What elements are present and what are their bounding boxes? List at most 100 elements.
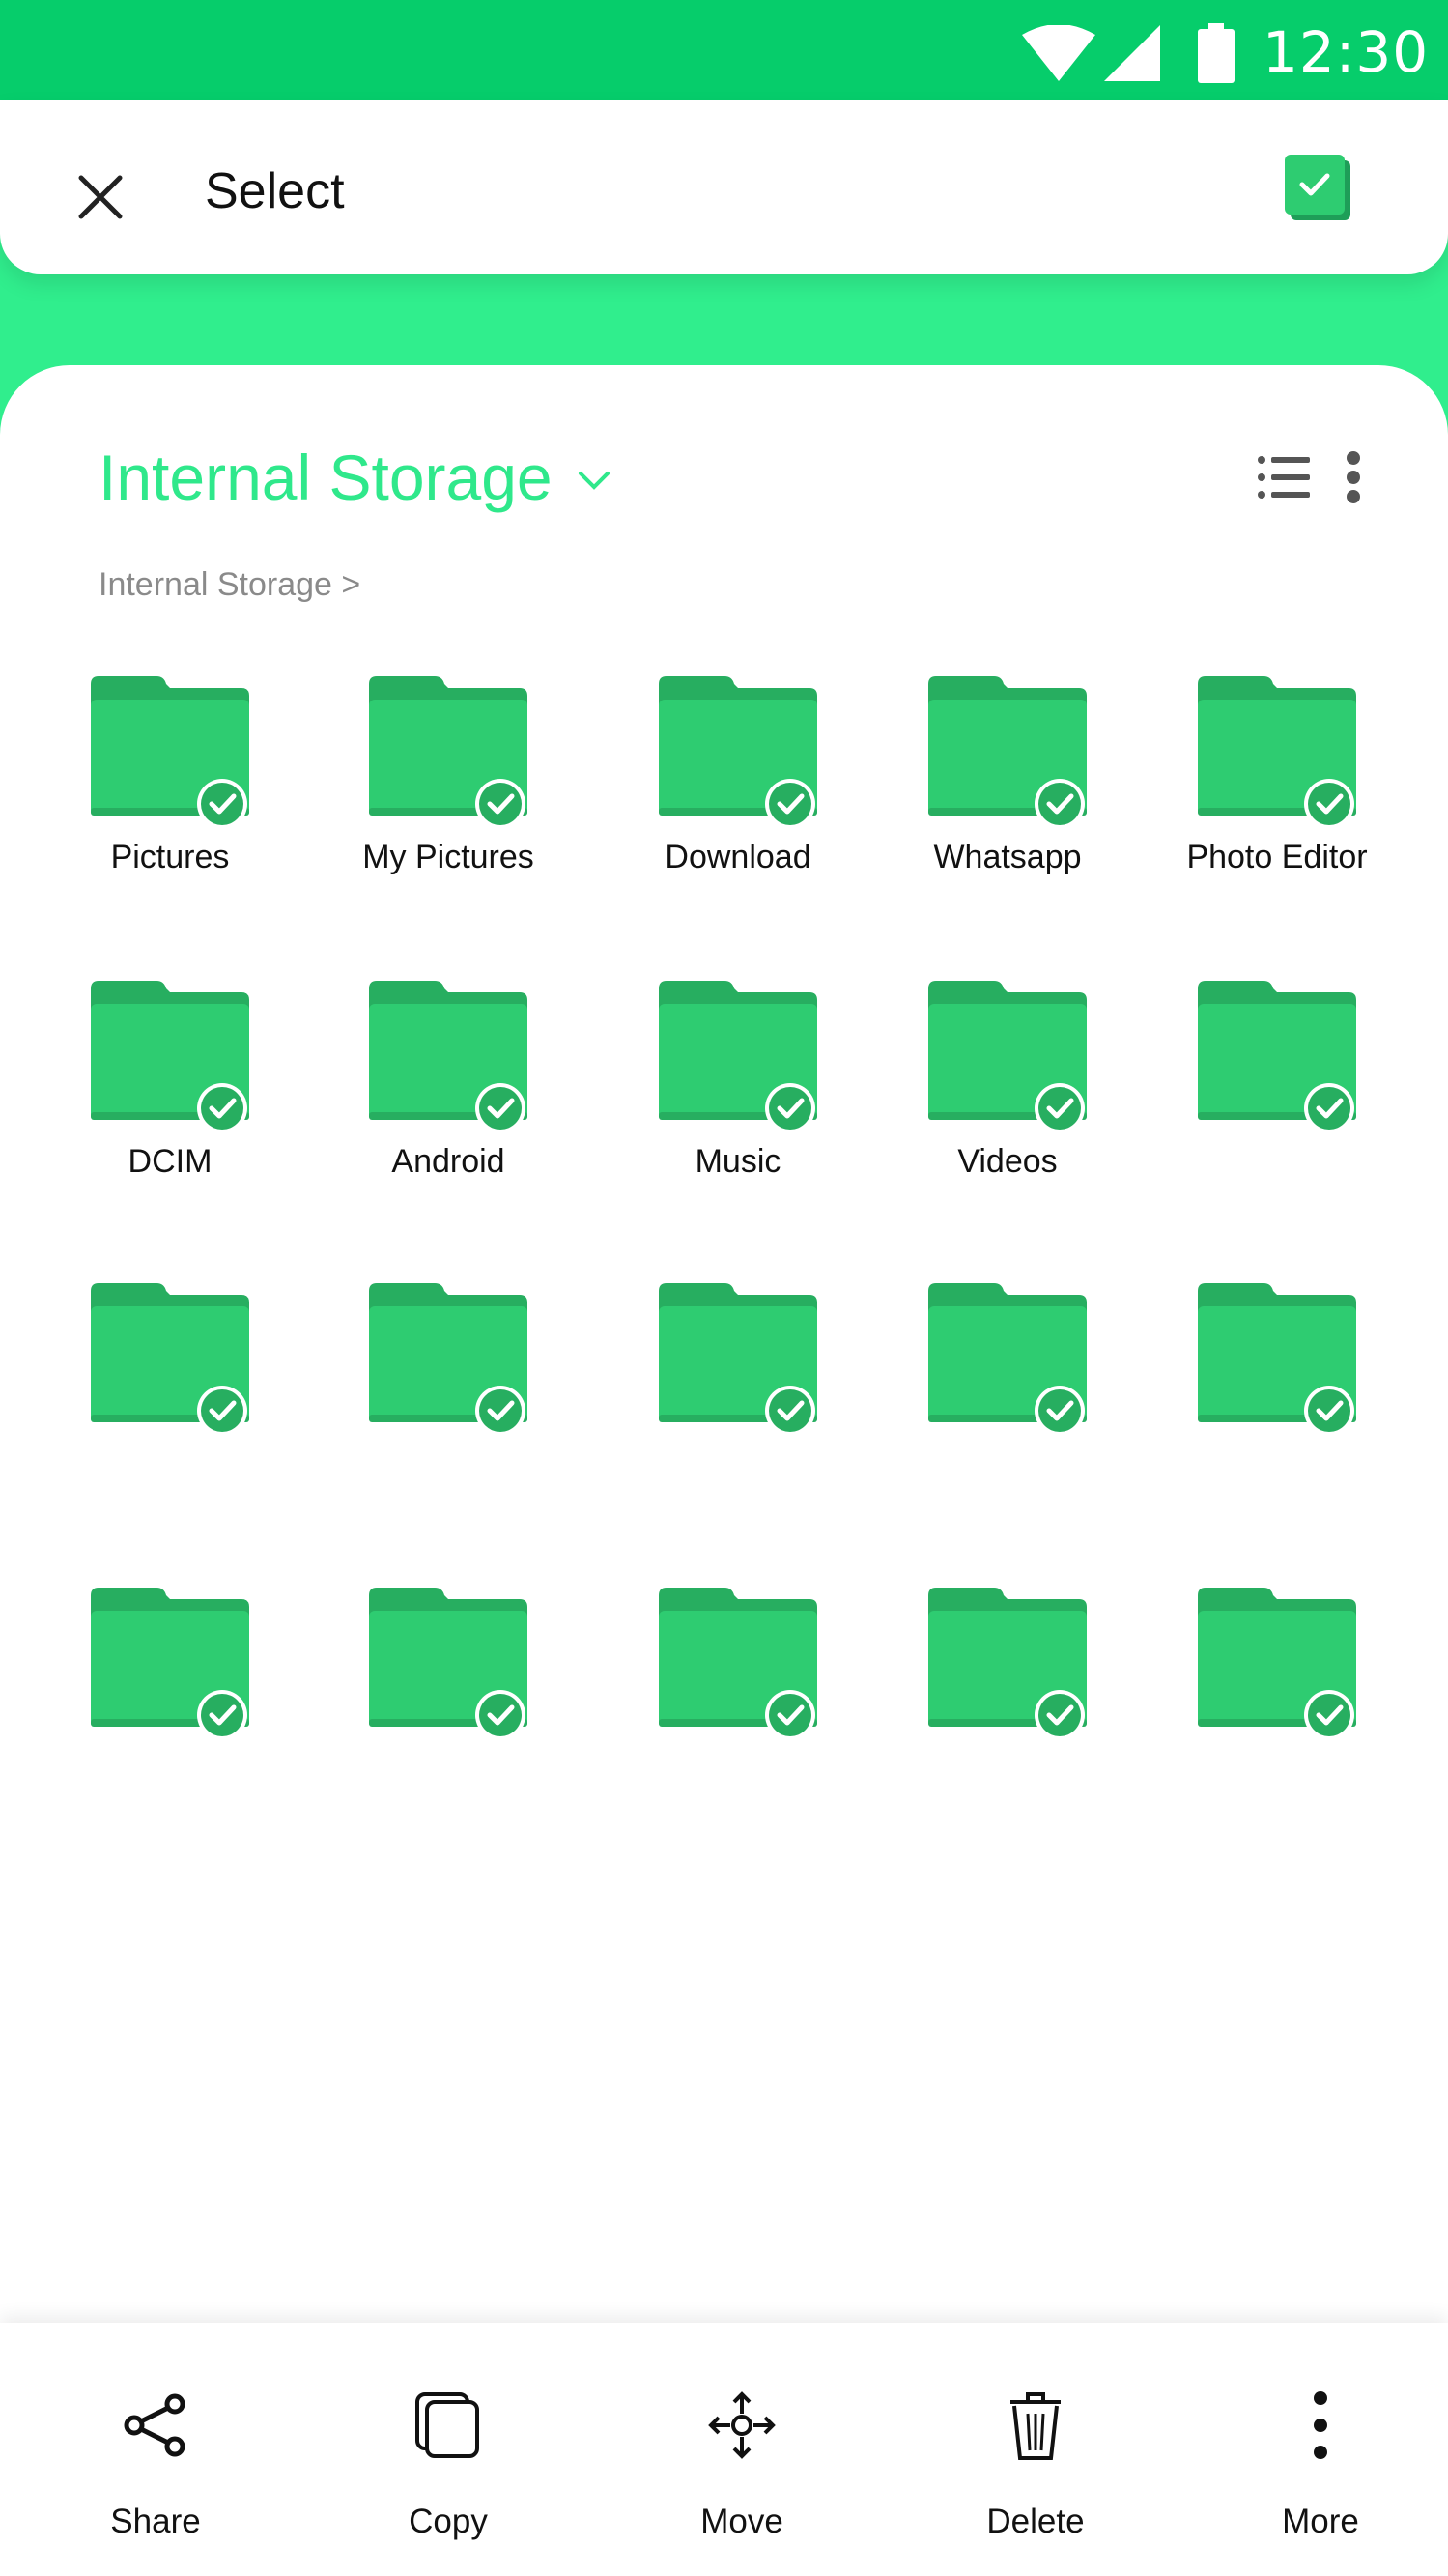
status-bar: 12:30 xyxy=(0,0,1448,100)
folder-icon xyxy=(928,981,1087,1133)
folder-item[interactable] xyxy=(54,1281,286,1523)
folder-icon xyxy=(928,1283,1087,1436)
cellular-signal-icon xyxy=(1104,25,1160,81)
status-time: 12:30 xyxy=(1263,19,1430,85)
more-vert-icon xyxy=(1314,2391,1327,2459)
selected-check-icon xyxy=(475,779,525,829)
selected-check-icon xyxy=(1035,779,1085,829)
folder-label: Music xyxy=(695,1143,781,1180)
folder-icon xyxy=(1198,676,1356,829)
selected-check-icon xyxy=(765,1386,815,1436)
folder-item[interactable] xyxy=(332,1586,564,1827)
file-browser-card: Internal Storage Internal Storage > Pict… xyxy=(0,365,1448,2336)
selected-check-icon xyxy=(1304,1083,1354,1133)
folder-item[interactable]: DCIM xyxy=(54,979,286,1220)
folder-label: Videos xyxy=(957,1143,1058,1180)
folder-item[interactable]: Photo Editor xyxy=(1161,674,1393,916)
selected-check-icon xyxy=(765,1083,815,1133)
folder-item[interactable] xyxy=(622,1586,854,1827)
bottom-action-bar: Share Copy Move Delete More xyxy=(0,2323,1448,2576)
battery-icon xyxy=(1198,23,1235,83)
selected-check-icon xyxy=(475,1083,525,1133)
folder-icon xyxy=(659,981,817,1133)
selected-check-icon xyxy=(197,779,247,829)
selected-check-icon xyxy=(197,1690,247,1740)
folder-icon xyxy=(91,1588,249,1740)
selected-check-icon xyxy=(1304,1690,1354,1740)
folder-label: Pictures xyxy=(110,839,230,875)
folder-item[interactable] xyxy=(1161,1586,1393,1827)
more-button[interactable]: More xyxy=(1224,2323,1417,2576)
folder-label: Whatsapp xyxy=(933,839,1082,875)
share-label: Share xyxy=(110,2503,201,2540)
folder-icon xyxy=(91,981,249,1133)
selected-check-icon xyxy=(197,1386,247,1436)
folder-item[interactable] xyxy=(1161,1281,1393,1523)
folder-item[interactable] xyxy=(622,1281,854,1523)
folder-item[interactable]: My Pictures xyxy=(332,674,564,916)
breadcrumb[interactable]: Internal Storage > xyxy=(99,566,360,604)
folder-icon xyxy=(659,1588,817,1740)
folder-label: Android xyxy=(391,1143,505,1180)
folder-icon xyxy=(928,1588,1087,1740)
copy-icon xyxy=(415,2392,479,2458)
folder-label: Download xyxy=(665,839,811,875)
folder-item[interactable] xyxy=(332,1281,564,1523)
checkbox-checked-icon[interactable] xyxy=(1283,153,1352,222)
copy-label: Copy xyxy=(409,2503,488,2540)
folder-icon xyxy=(369,981,527,1133)
folder-item[interactable]: Android xyxy=(332,979,564,1220)
list-view-icon[interactable] xyxy=(1258,454,1310,501)
folder-item[interactable]: Music xyxy=(622,979,854,1220)
folder-label: Photo Editor xyxy=(1186,839,1368,875)
folder-item[interactable]: Pictures xyxy=(54,674,286,916)
folder-icon xyxy=(1198,981,1356,1133)
folder-icon xyxy=(928,676,1087,829)
selected-check-icon xyxy=(1304,1386,1354,1436)
delete-icon xyxy=(1010,2392,1061,2460)
folder-item[interactable]: Download xyxy=(622,674,854,916)
move-button[interactable]: Move xyxy=(645,2323,838,2576)
delete-button[interactable]: Delete xyxy=(939,2323,1132,2576)
folder-icon xyxy=(369,676,527,829)
move-icon xyxy=(708,2391,776,2459)
copy-button[interactable]: Copy xyxy=(352,2323,545,2576)
chevron-down-icon[interactable] xyxy=(578,470,610,491)
more-label: More xyxy=(1282,2503,1359,2540)
selected-check-icon xyxy=(1035,1690,1085,1740)
folder-item[interactable] xyxy=(54,1586,286,1827)
share-icon xyxy=(124,2393,185,2457)
app-bar: Select xyxy=(0,100,1448,274)
folder-label: My Pictures xyxy=(362,839,534,875)
folder-icon xyxy=(659,1283,817,1436)
selected-check-icon xyxy=(197,1083,247,1133)
folder-icon xyxy=(369,1588,527,1740)
selected-check-icon xyxy=(765,779,815,829)
page-title: Select xyxy=(205,163,345,219)
move-label: Move xyxy=(700,2503,783,2540)
more-vert-icon[interactable] xyxy=(1339,450,1368,504)
folder-icon xyxy=(369,1283,527,1436)
selected-check-icon xyxy=(1035,1386,1085,1436)
folder-item[interactable]: Videos xyxy=(892,979,1123,1220)
folder-icon xyxy=(91,1283,249,1436)
folder-icon xyxy=(91,676,249,829)
folder-item[interactable] xyxy=(892,1586,1123,1827)
folder-item[interactable]: Whatsapp xyxy=(892,674,1123,916)
folder-item[interactable] xyxy=(1161,979,1393,1220)
folder-item[interactable] xyxy=(892,1281,1123,1523)
share-button[interactable]: Share xyxy=(59,2323,252,2576)
selected-check-icon xyxy=(1035,1083,1085,1133)
folder-icon xyxy=(1198,1588,1356,1740)
delete-label: Delete xyxy=(986,2503,1085,2540)
folder-icon xyxy=(659,676,817,829)
selected-check-icon xyxy=(765,1690,815,1740)
selected-check-icon xyxy=(475,1386,525,1436)
selected-check-icon xyxy=(475,1690,525,1740)
storage-selector-title[interactable]: Internal Storage xyxy=(99,441,553,514)
folder-icon xyxy=(1198,1283,1356,1436)
close-icon[interactable] xyxy=(68,164,133,230)
selected-check-icon xyxy=(1304,779,1354,829)
wifi-icon xyxy=(1022,25,1095,81)
folder-label: DCIM xyxy=(128,1143,213,1180)
